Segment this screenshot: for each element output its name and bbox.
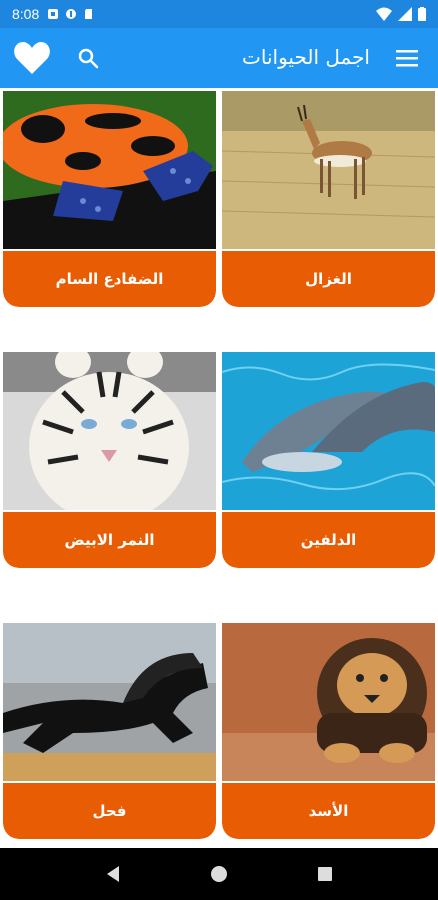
poison-frog-image	[3, 91, 216, 249]
page-title: اجمل الحيوانات	[242, 45, 370, 69]
signal-icon	[398, 7, 412, 21]
animal-label: النمر الابيض	[3, 512, 216, 568]
animal-card-poison-frog[interactable]: الضفادع السام	[3, 91, 216, 307]
stallion-image	[3, 623, 216, 781]
notification-icon	[48, 9, 59, 19]
status-time: 8:08	[12, 6, 40, 22]
status-right-icons	[376, 7, 426, 21]
back-icon[interactable]	[101, 862, 125, 886]
wifi-icon	[376, 7, 392, 21]
animal-label: الغزال	[222, 251, 435, 307]
animal-label: الأسد	[222, 783, 435, 839]
animal-card-white-tiger[interactable]: النمر الابيض	[3, 352, 216, 568]
animal-card-dolphin[interactable]: الدلفين	[222, 352, 435, 568]
animal-label: الضفادع السام	[3, 251, 216, 307]
animal-card-lion[interactable]: الأسد	[222, 623, 435, 839]
gazelle-image	[222, 91, 435, 249]
search-icon[interactable]	[76, 46, 100, 70]
battery-icon	[418, 7, 426, 21]
home-icon[interactable]	[207, 862, 231, 886]
sd-card-icon	[85, 9, 93, 19]
animal-card-stallion[interactable]: فحل	[3, 623, 216, 839]
status-bar: 8:08	[0, 0, 438, 28]
white-tiger-image	[3, 352, 216, 510]
system-nav-bar	[0, 848, 438, 900]
menu-icon[interactable]	[396, 47, 418, 69]
heart-icon[interactable]	[12, 38, 52, 78]
animal-grid: الغزال الضفادع السام الدلفين النمر الابي…	[0, 88, 438, 848]
recents-icon[interactable]	[313, 862, 337, 886]
sync-icon	[66, 9, 77, 19]
animal-card-gazelle[interactable]: الغزال	[222, 91, 435, 307]
app-bar: اجمل الحيوانات	[0, 28, 438, 88]
dolphin-image	[222, 352, 435, 510]
lion-image	[222, 623, 435, 781]
animal-label: الدلفين	[222, 512, 435, 568]
animal-label: فحل	[3, 783, 216, 839]
